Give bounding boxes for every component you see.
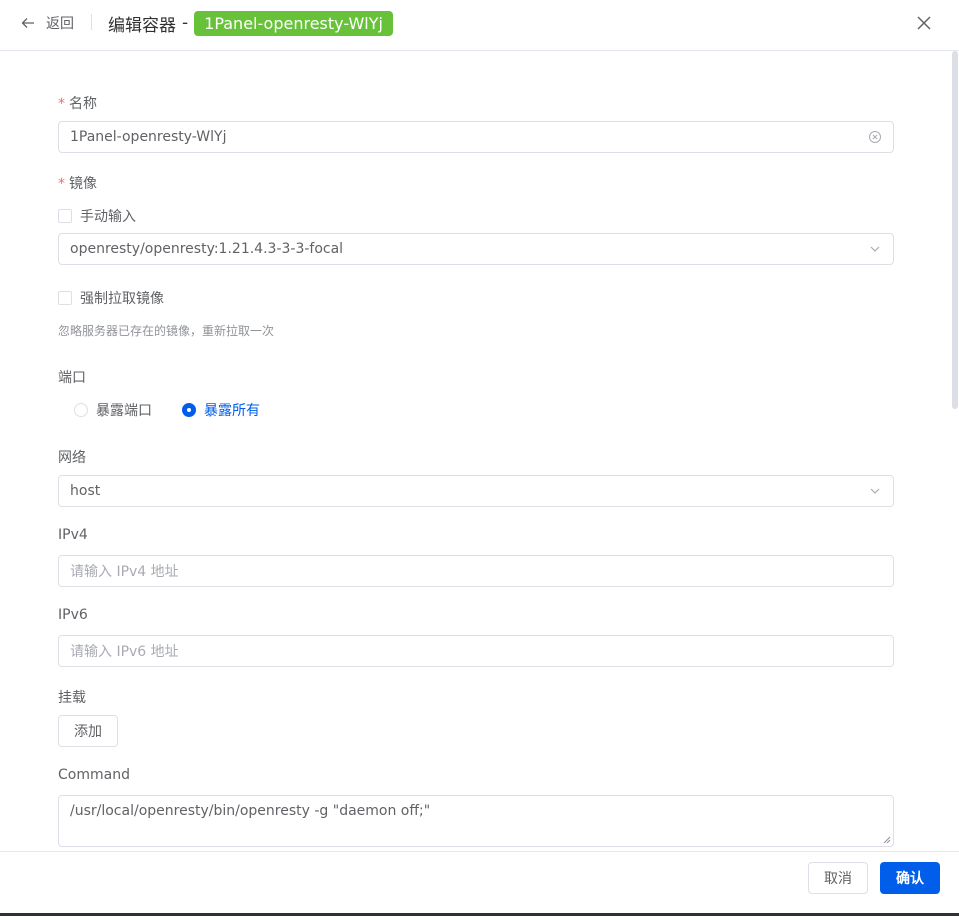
scrollbar-thumb[interactable]: [952, 51, 958, 409]
ports-radio-group: 暴露端口 暴露所有: [74, 400, 290, 420]
container-name-tag: 1Panel-openresty-WlYj: [194, 10, 393, 36]
force-pull-checkbox[interactable]: 强制拉取镜像: [58, 289, 164, 307]
confirm-button[interactable]: 确认: [880, 862, 940, 894]
required-mark: *: [58, 176, 65, 192]
required-mark: *: [58, 96, 65, 112]
ipv6-input[interactable]: 请输入 IPv6 地址: [58, 635, 894, 667]
manual-input-label: 手动输入: [80, 209, 136, 225]
resize-handle-icon[interactable]: [883, 836, 891, 844]
ipv4-input[interactable]: 请输入 IPv4 地址: [58, 555, 894, 587]
ipv4-label: IPv4: [58, 527, 88, 543]
ports-label: 端口: [58, 370, 86, 386]
radio-circle[interactable]: [74, 403, 88, 417]
network-select-value: host: [70, 483, 101, 499]
header-divider: [91, 14, 92, 30]
back-label: 返回: [46, 16, 74, 32]
ipv4-placeholder: 请输入 IPv4 地址: [70, 564, 179, 580]
cancel-button[interactable]: 取消: [808, 862, 868, 894]
network-label: 网络: [58, 450, 86, 466]
add-mount-button[interactable]: 添加: [58, 715, 118, 747]
name-label: * 名称: [58, 96, 97, 112]
radio-circle[interactable]: [182, 403, 196, 417]
mount-label: 挂载: [58, 690, 86, 706]
checkbox-box[interactable]: [58, 209, 72, 223]
form-content: * 名称 1Panel-openresty-WlYj * 镜像 手动输入 openr…: [0, 51, 950, 851]
arrow-left-icon: [21, 18, 34, 28]
chevron-down-icon: [868, 242, 882, 256]
image-select-value: openresty/openresty:1.21.4.3-3-3-focal: [70, 241, 344, 257]
drawer-header: 返回 编辑容器 - 1Panel-openresty-WlYj: [0, 0, 959, 51]
scrollbar[interactable]: [951, 51, 959, 851]
manual-input-checkbox[interactable]: 手动输入: [58, 207, 136, 225]
command-textarea[interactable]: /usr/local/openresty/bin/openresty -g "d…: [58, 795, 894, 847]
command-label: Command: [58, 767, 130, 783]
radio-expose-all[interactable]: 暴露所有: [182, 400, 260, 420]
command-value: /usr/local/openresty/bin/openresty -g "d…: [70, 803, 431, 819]
image-label: * 镜像: [58, 176, 97, 192]
ipv6-label: IPv6: [58, 607, 88, 623]
page-title: 编辑容器 - 1Panel-openresty-WlYj: [108, 10, 393, 36]
force-pull-help: 忽略服务器已存在的镜像，重新拉取一次: [58, 324, 275, 338]
close-button[interactable]: [914, 13, 934, 33]
clear-icon[interactable]: [868, 130, 882, 144]
ipv6-placeholder: 请输入 IPv6 地址: [70, 644, 179, 660]
drawer-footer: 取消 确认: [0, 851, 959, 916]
radio-label: 暴露所有: [204, 403, 260, 419]
checkbox-box[interactable]: [58, 291, 72, 305]
title-text: 编辑容器: [108, 15, 176, 36]
chevron-down-icon: [868, 484, 882, 498]
back-button[interactable]: 返回: [20, 13, 74, 33]
radio-expose-ports[interactable]: 暴露端口: [74, 400, 152, 420]
network-select[interactable]: host: [58, 475, 894, 507]
close-icon: [917, 16, 931, 30]
force-pull-label: 强制拉取镜像: [80, 291, 164, 307]
name-input-value: 1Panel-openresty-WlYj: [70, 129, 227, 145]
radio-label: 暴露端口: [96, 403, 152, 419]
name-input[interactable]: 1Panel-openresty-WlYj: [58, 121, 894, 153]
title-separator: -: [182, 13, 189, 33]
image-select[interactable]: openresty/openresty:1.21.4.3-3-3-focal: [58, 233, 894, 265]
